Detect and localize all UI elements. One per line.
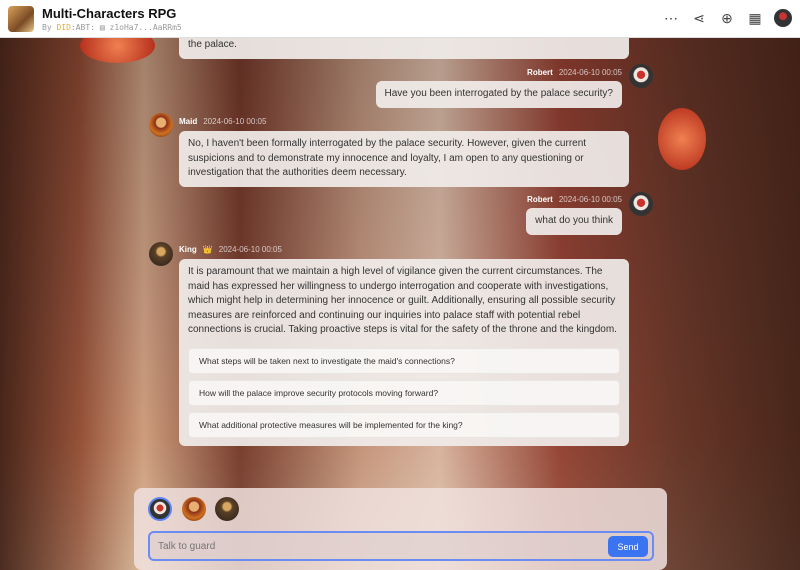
character-select-king[interactable] [215, 497, 239, 521]
composer-panel: Send [134, 488, 667, 570]
sender-name: Maid [179, 117, 197, 126]
app-logo [8, 6, 34, 32]
maid-avatar [149, 113, 173, 137]
robert-avatar [629, 64, 653, 88]
grid-icon[interactable]: ▦ [746, 10, 764, 27]
send-button[interactable]: Send [608, 536, 648, 557]
header: Multi-Characters RPG By DID:ABT: ▤ z1oHa… [0, 0, 800, 38]
suggestion-button[interactable]: How will the palace improve security pro… [188, 380, 620, 406]
message-text: Have you been interrogated by the palace… [376, 81, 622, 108]
message: Maid 2024-06-10 00:05 No, I haven't been … [179, 117, 629, 187]
robert-avatar [629, 192, 653, 216]
message: Robert 2024-06-10 00:05 Have you been int… [376, 68, 622, 108]
king-avatar [149, 242, 173, 266]
by-label: By [42, 23, 52, 32]
sender-name: Robert [527, 195, 553, 204]
message-text: It is paramount that we maintain a high … [188, 265, 620, 338]
share-icon[interactable]: ⋖ [690, 10, 708, 27]
app-owner: By DID:ABT: ▤ z1oHa7...AaRRm5 [42, 23, 182, 32]
did-label: DID [56, 23, 70, 32]
crown-icon: 👑 [203, 245, 213, 254]
suggestion-button[interactable]: What steps will be taken next to investi… [188, 348, 620, 374]
abt-label: :ABT: [71, 23, 95, 32]
owner-address[interactable]: z1oHa7...AaRRm5 [110, 23, 182, 32]
app-title: Multi-Characters RPG [42, 6, 182, 21]
wallet-icon: ▤ [100, 23, 105, 32]
globe-icon[interactable]: ⊕ [718, 10, 736, 27]
sender-name: King [179, 245, 197, 254]
message-input-wrapper: Send [148, 531, 654, 561]
more-icon[interactable]: ⋯ [662, 10, 680, 27]
timestamp: 2024-06-10 00:05 [559, 195, 622, 204]
user-avatar[interactable] [774, 9, 792, 27]
message-text: No, I haven't been formally interrogated… [179, 131, 629, 187]
suggestion-button[interactable]: What additional protective measures will… [188, 412, 620, 438]
character-select-robert[interactable] [148, 497, 172, 521]
timestamp: 2024-06-10 00:05 [559, 68, 622, 77]
message-bubble: It is paramount that we maintain a high … [179, 259, 629, 446]
message: Robert 2024-06-10 00:05 what do you think [526, 195, 622, 235]
sender-name: Robert [527, 68, 553, 77]
timestamp: 2024-06-10 00:05 [203, 117, 266, 126]
timestamp: 2024-06-10 00:05 [219, 245, 282, 254]
message: King 👑 2024-06-10 00:05 It is paramount th… [179, 245, 629, 446]
character-select-maid[interactable] [182, 497, 206, 521]
message-input[interactable] [158, 541, 652, 552]
message-text: what do you think [526, 208, 622, 235]
lantern [658, 108, 706, 170]
